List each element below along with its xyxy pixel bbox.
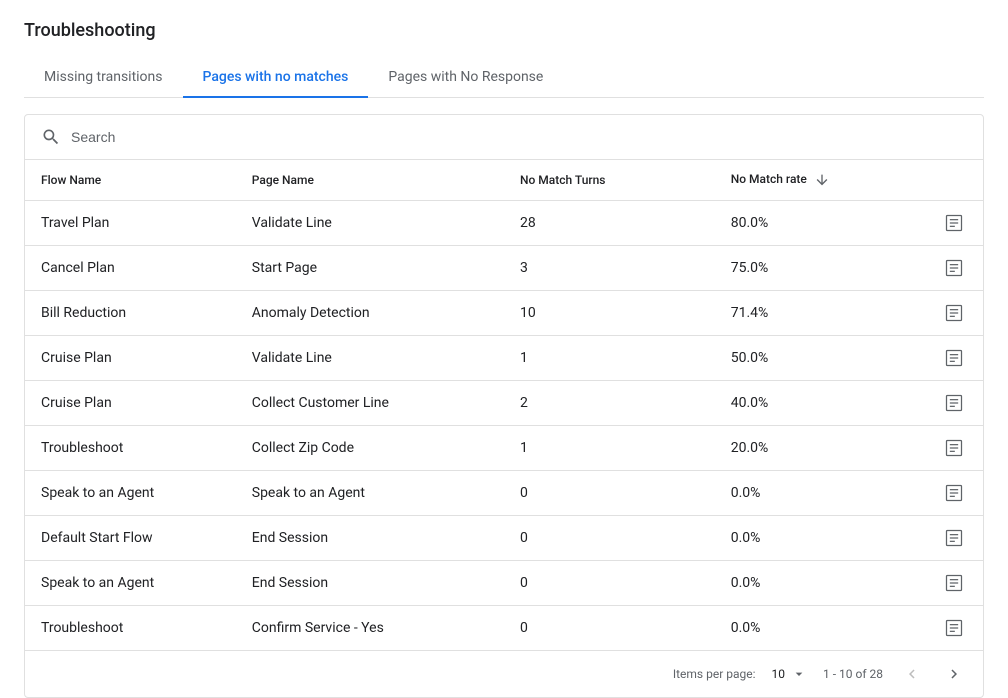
cell-no-match-rate: 50.0% (715, 336, 926, 381)
cell-action[interactable] (925, 426, 983, 471)
cell-action[interactable] (925, 246, 983, 291)
pagination-bar: Items per page: 10 1 - 10 of 28 (25, 650, 983, 697)
cell-page-name: End Session (236, 516, 504, 561)
cell-page-name: Validate Line (236, 201, 504, 246)
search-input[interactable] (71, 129, 967, 145)
col-header-no-match-turns: No Match Turns (504, 160, 715, 201)
cell-no-match-rate: 20.0% (715, 426, 926, 471)
tab-pages-no-matches[interactable]: Pages with no matches (183, 57, 369, 97)
detail-button[interactable] (941, 393, 967, 413)
cell-flow-name: Bill Reduction (25, 291, 236, 336)
cell-action[interactable] (925, 381, 983, 426)
cell-no-match-rate: 0.0% (715, 561, 926, 606)
cell-no-match-rate: 0.0% (715, 516, 926, 561)
table-row: Travel PlanValidate Line2880.0% (25, 201, 983, 246)
cell-no-match-turns: 0 (504, 561, 715, 606)
cell-no-match-turns: 3 (504, 246, 715, 291)
col-header-flow-name: Flow Name (25, 160, 236, 201)
detail-button[interactable] (941, 303, 967, 323)
detail-button[interactable] (941, 213, 967, 233)
cell-action[interactable] (925, 516, 983, 561)
cell-no-match-turns: 0 (504, 606, 715, 651)
table-row: Cancel PlanStart Page375.0% (25, 246, 983, 291)
cell-action[interactable] (925, 606, 983, 651)
tab-missing-transitions[interactable]: Missing transitions (24, 57, 183, 97)
search-icon (41, 127, 61, 147)
cell-page-name: Speak to an Agent (236, 471, 504, 516)
cell-no-match-rate: 40.0% (715, 381, 926, 426)
table-row: Default Start FlowEnd Session00.0% (25, 516, 983, 561)
cell-no-match-turns: 1 (504, 426, 715, 471)
table-row: Cruise PlanValidate Line150.0% (25, 336, 983, 381)
cell-flow-name: Cruise Plan (25, 336, 236, 381)
cell-flow-name: Default Start Flow (25, 516, 236, 561)
cell-flow-name: Speak to an Agent (25, 471, 236, 516)
detail-button[interactable] (941, 528, 967, 548)
tab-bar: Missing transitions Pages with no matche… (24, 57, 984, 98)
cell-action[interactable] (925, 201, 983, 246)
cell-no-match-rate: 75.0% (715, 246, 926, 291)
table-row: TroubleshootConfirm Service - Yes00.0% (25, 606, 983, 651)
cell-page-name: End Session (236, 561, 504, 606)
table-body: Travel PlanValidate Line2880.0% Cancel P… (25, 201, 983, 651)
cell-no-match-turns: 2 (504, 381, 715, 426)
pagination-next-button[interactable] (941, 661, 967, 687)
cell-no-match-rate: 71.4% (715, 291, 926, 336)
cell-no-match-rate: 0.0% (715, 471, 926, 516)
sort-icon (814, 172, 830, 188)
items-per-page-label: Items per page: (673, 667, 756, 681)
table-header-row: Flow Name Page Name No Match Turns No Ma… (25, 160, 983, 201)
table-row: TroubleshootCollect Zip Code120.0% (25, 426, 983, 471)
items-per-page-select-wrap: 10 (772, 666, 808, 682)
cell-page-name: Anomaly Detection (236, 291, 504, 336)
cell-page-name: Confirm Service - Yes (236, 606, 504, 651)
cell-flow-name: Troubleshoot (25, 426, 236, 471)
dropdown-chevron-icon[interactable] (791, 666, 807, 682)
cell-no-match-turns: 1 (504, 336, 715, 381)
cell-action[interactable] (925, 471, 983, 516)
cell-flow-name: Cancel Plan (25, 246, 236, 291)
cell-page-name: Collect Customer Line (236, 381, 504, 426)
search-bar (25, 115, 983, 160)
cell-flow-name: Travel Plan (25, 201, 236, 246)
page-title: Troubleshooting (24, 20, 984, 41)
pagination-prev-button[interactable] (899, 661, 925, 687)
cell-page-name: Start Page (236, 246, 504, 291)
col-header-page-name: Page Name (236, 160, 504, 201)
cell-flow-name: Speak to an Agent (25, 561, 236, 606)
detail-button[interactable] (941, 483, 967, 503)
cell-no-match-turns: 10 (504, 291, 715, 336)
detail-button[interactable] (941, 618, 967, 638)
tab-pages-no-response[interactable]: Pages with No Response (368, 57, 563, 97)
table-row: Cruise PlanCollect Customer Line240.0% (25, 381, 983, 426)
pagination-range: 1 - 10 of 28 (823, 667, 883, 681)
cell-action[interactable] (925, 561, 983, 606)
cell-no-match-turns: 0 (504, 471, 715, 516)
table-row: Bill ReductionAnomaly Detection1071.4% (25, 291, 983, 336)
cell-action[interactable] (925, 336, 983, 381)
detail-button[interactable] (941, 348, 967, 368)
cell-page-name: Validate Line (236, 336, 504, 381)
content-card: Flow Name Page Name No Match Turns No Ma… (24, 114, 984, 698)
cell-action[interactable] (925, 291, 983, 336)
col-header-action (925, 160, 983, 201)
cell-no-match-rate: 0.0% (715, 606, 926, 651)
items-per-page-value: 10 (772, 667, 786, 681)
table-row: Speak to an AgentEnd Session00.0% (25, 561, 983, 606)
col-header-no-match-rate[interactable]: No Match rate (715, 160, 926, 201)
cell-no-match-rate: 80.0% (715, 201, 926, 246)
cell-no-match-turns: 28 (504, 201, 715, 246)
table-row: Speak to an AgentSpeak to an Agent00.0% (25, 471, 983, 516)
detail-button[interactable] (941, 258, 967, 278)
detail-button[interactable] (941, 573, 967, 593)
cell-flow-name: Cruise Plan (25, 381, 236, 426)
cell-page-name: Collect Zip Code (236, 426, 504, 471)
cell-flow-name: Troubleshoot (25, 606, 236, 651)
cell-no-match-turns: 0 (504, 516, 715, 561)
detail-button[interactable] (941, 438, 967, 458)
data-table: Flow Name Page Name No Match Turns No Ma… (25, 160, 983, 650)
